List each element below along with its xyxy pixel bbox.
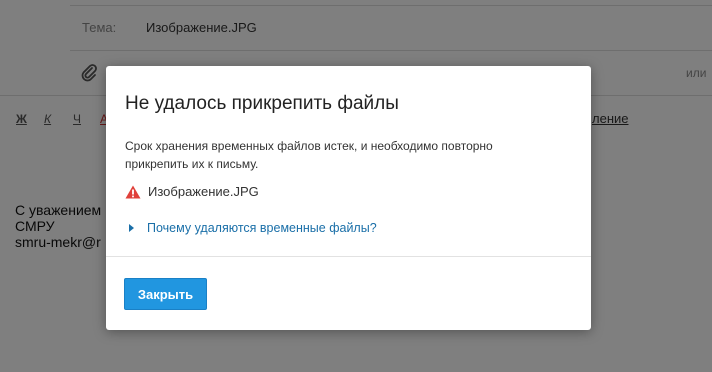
- dialog-title: Не удалось прикрепить файлы: [125, 93, 399, 114]
- close-button[interactable]: Закрыть: [124, 278, 207, 310]
- why-deleted-link[interactable]: Почему удаляются временные файлы?: [147, 221, 377, 235]
- dialog-divider: [106, 256, 591, 257]
- expand-arrow-icon: [129, 224, 134, 232]
- why-deleted-toggle[interactable]: Почему удаляются временные файлы?: [129, 221, 377, 235]
- attach-error-dialog: Не удалось прикрепить файлы Срок хранени…: [106, 66, 591, 330]
- warning-icon: [125, 185, 141, 198]
- failed-file-item: Изображение.JPG: [125, 184, 259, 199]
- dialog-message: Срок хранения временных файлов истек, и …: [125, 139, 493, 171]
- file-name: Изображение.JPG: [148, 184, 259, 199]
